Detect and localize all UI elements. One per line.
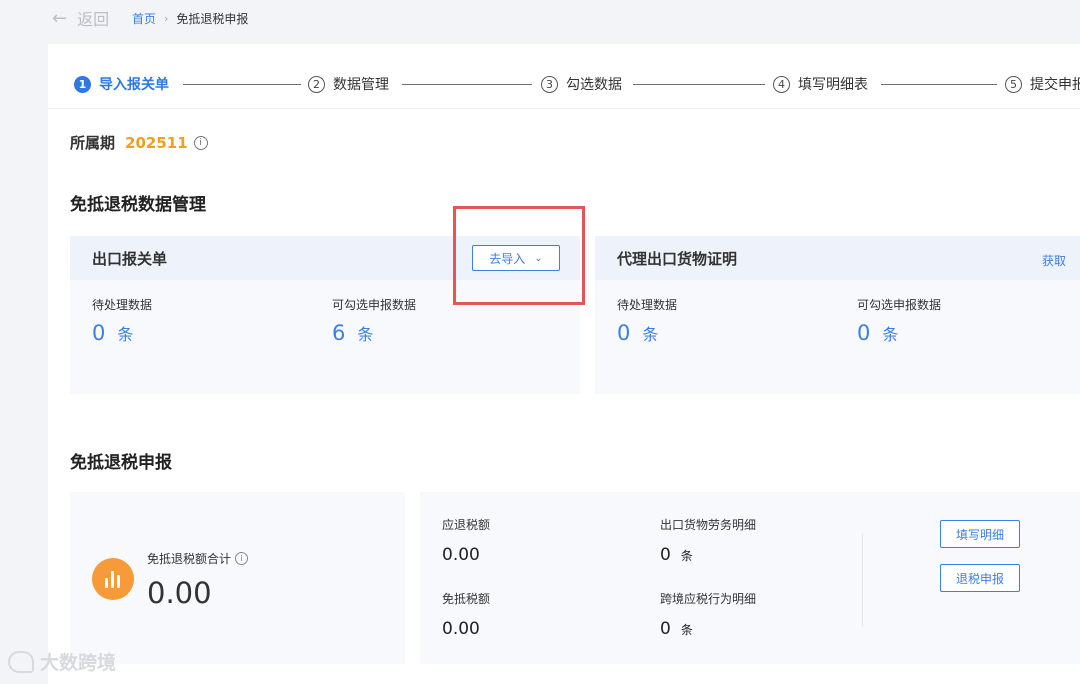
detail-unit: 条: [680, 623, 693, 637]
info-icon[interactable]: i: [193, 135, 208, 150]
detail-label: 应退税额: [442, 518, 491, 532]
divider: [862, 534, 863, 626]
step-connector: [633, 84, 765, 85]
step-connector: [183, 84, 301, 85]
metric-label: 可勾选申报数据: [332, 298, 417, 312]
agent-export-certificate-card: 代理出口货物证明 获取 待处理数据 0条 可勾选申报数据 0条: [595, 236, 1080, 394]
back-button[interactable]: ← 返回: [52, 6, 109, 30]
step-number: 1: [74, 75, 91, 93]
selectable-metric: 可勾选申报数据 6条: [332, 296, 416, 345]
breadcrumb: 首页 › 免抵退税申报: [132, 10, 248, 27]
step-label: 提交申报: [1030, 77, 1080, 93]
tax-period: 所属期 202511 i: [70, 132, 208, 153]
metric-value[interactable]: 0: [92, 321, 105, 345]
watermark-text: 大数跨境: [40, 652, 117, 674]
step-4[interactable]: 4 填写明细表: [773, 74, 868, 94]
back-label: 返回: [77, 10, 110, 29]
period-value: 202511: [125, 133, 188, 152]
info-icon[interactable]: i: [235, 552, 249, 565]
metric-unit: 条: [642, 325, 659, 344]
pending-metric: 待处理数据 0条: [617, 296, 677, 345]
metric-label: 待处理数据: [617, 298, 678, 312]
detail-value[interactable]: 0: [660, 619, 671, 639]
breadcrumb-current: 免抵退税申报: [176, 12, 249, 26]
metric-unit: 条: [357, 325, 374, 344]
card-title: 代理出口货物证明: [617, 249, 738, 268]
metric-label: 待处理数据: [92, 298, 153, 312]
step-3[interactable]: 3 勾选数据: [541, 74, 622, 94]
step-bar: 1 导入报关单 2 数据管理 3 勾选数据 4 填写明细表 5 提交申报: [48, 44, 1080, 109]
step-1[interactable]: 1 导入报关单: [74, 74, 169, 94]
card-header: 代理出口货物证明 获取: [595, 236, 1080, 280]
step-connector: [881, 84, 997, 85]
detail-label: 跨境应税行为明细: [660, 592, 757, 606]
bar-chart-icon: [92, 558, 134, 600]
refund-declare-button[interactable]: 退税申报: [940, 564, 1020, 592]
metric-value[interactable]: 6: [332, 321, 345, 345]
step-number: 3: [541, 75, 558, 93]
get-link[interactable]: 获取: [1042, 252, 1066, 269]
top-bar: ← 返回 首页 › 免抵退税申报: [0, 0, 1080, 44]
watermark-logo-icon: [8, 650, 34, 673]
metric-value[interactable]: 0: [857, 321, 870, 345]
period-label: 所属期: [70, 134, 116, 152]
step-number: 5: [1005, 75, 1022, 93]
highlight-box: [453, 206, 585, 305]
export-goods-detail: 出口货物劳务明细 0条: [660, 516, 756, 565]
detail-label: 出口货物劳务明细: [660, 518, 757, 532]
step-label: 数据管理: [333, 77, 389, 93]
detail-label: 免抵税额: [442, 592, 491, 606]
total-card: 免抵退税额合计 i 0.00: [70, 492, 405, 664]
step-5[interactable]: 5 提交申报: [1005, 74, 1080, 94]
pending-metric: 待处理数据 0条: [92, 296, 152, 345]
cross-border-detail: 跨境应税行为明细 0条: [660, 590, 756, 639]
detail-value[interactable]: 0: [660, 545, 671, 565]
chevron-right-icon: ›: [164, 12, 169, 25]
data-section-title: 免抵退税数据管理: [70, 195, 206, 215]
main-panel: 1 导入报关单 2 数据管理 3 勾选数据 4 填写明细表 5 提交申报 所属期…: [48, 44, 1080, 684]
breadcrumb-home[interactable]: 首页: [132, 10, 156, 27]
step-number: 4: [773, 75, 790, 93]
metric-label: 可勾选申报数据: [857, 298, 942, 312]
detail-value: 0.00: [442, 545, 480, 565]
refund-amount: 应退税额 0.00: [442, 516, 490, 565]
total-label: 免抵退税额合计: [147, 552, 232, 566]
step-label: 填写明细表: [798, 77, 868, 93]
step-label: 导入报关单: [99, 77, 169, 93]
selectable-metric: 可勾选申报数据 0条: [857, 296, 941, 345]
fill-detail-button[interactable]: 填写明细: [940, 520, 1020, 548]
declare-section-title: 免抵退税申报: [70, 453, 172, 473]
total-value: 0.00: [147, 576, 212, 610]
step-label: 勾选数据: [566, 77, 622, 93]
total-label-row: 免抵退税额合计 i: [147, 550, 249, 567]
step-number: 2: [308, 75, 325, 93]
step-2[interactable]: 2 数据管理: [308, 74, 389, 94]
step-connector: [402, 84, 532, 85]
arrow-left-icon: ←: [52, 7, 68, 29]
metric-value[interactable]: 0: [617, 321, 630, 345]
detail-unit: 条: [680, 549, 693, 563]
watermark: 大数跨境: [8, 648, 116, 675]
exempt-amount: 免抵税额 0.00: [442, 590, 490, 639]
declare-detail-card: 应退税额 0.00 免抵税额 0.00 出口货物劳务明细 0条 跨境应税行为明细…: [420, 492, 1080, 664]
detail-value: 0.00: [442, 619, 480, 639]
metric-unit: 条: [882, 325, 899, 344]
metric-unit: 条: [117, 325, 134, 344]
